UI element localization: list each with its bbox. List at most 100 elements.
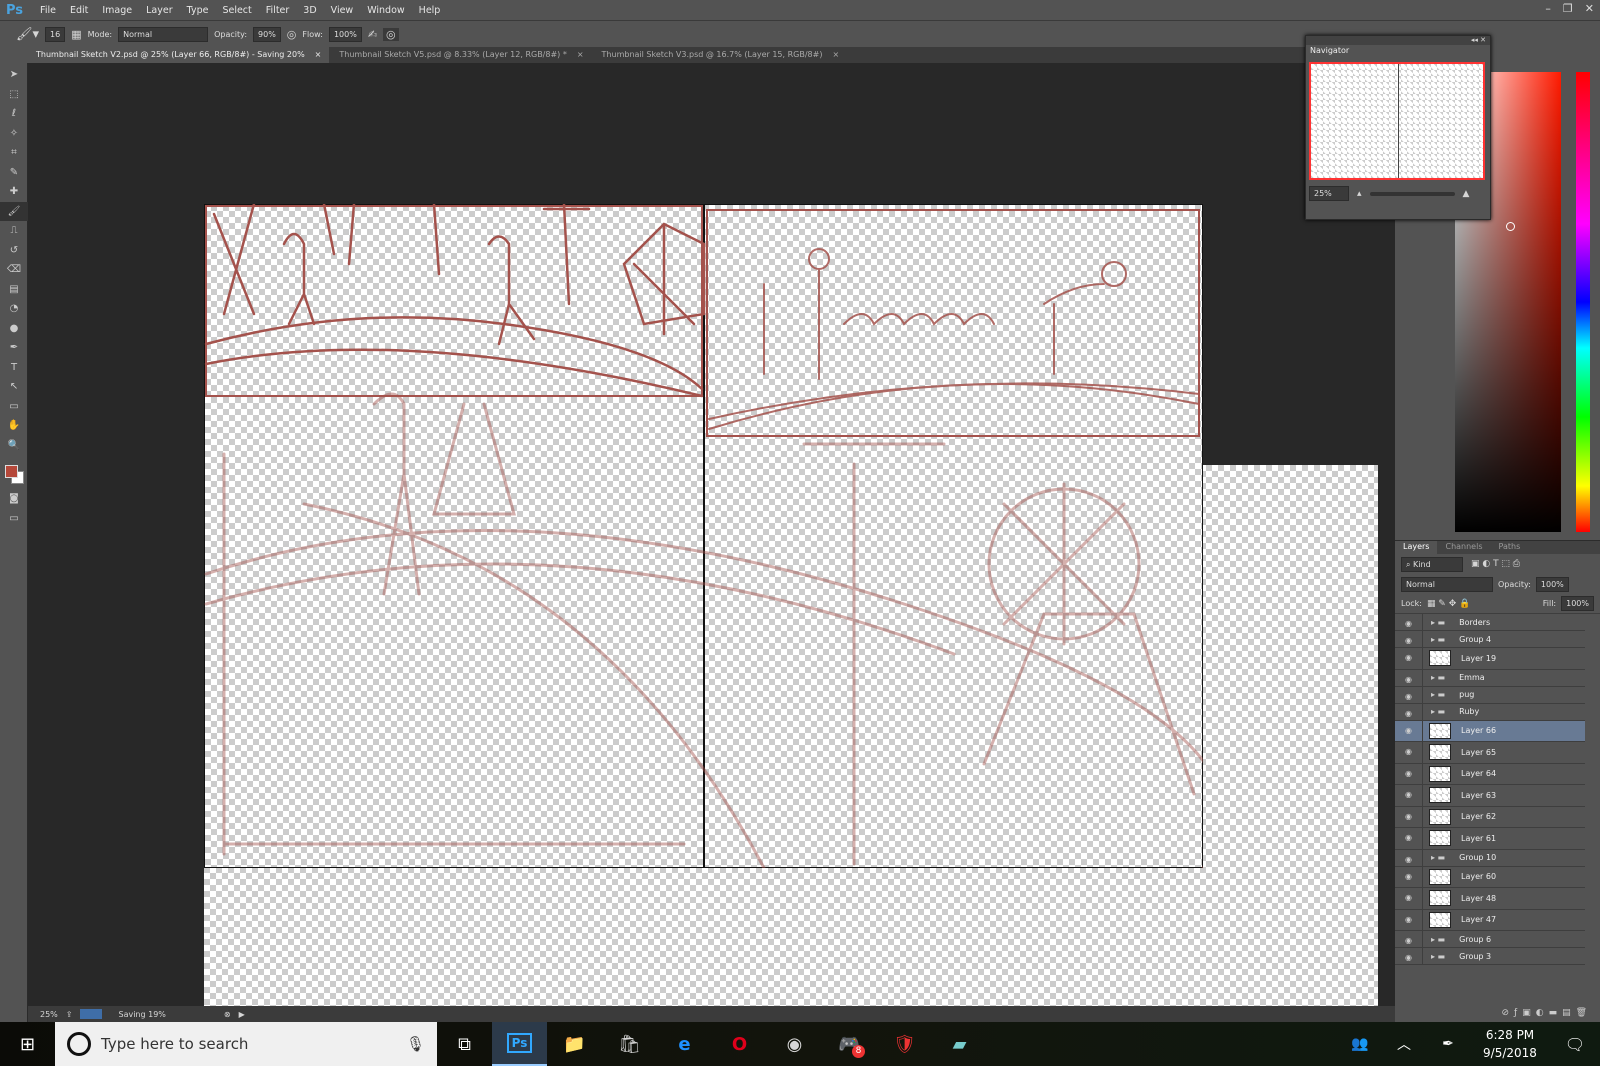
opacity-field[interactable]: 90% — [253, 26, 281, 42]
visibility-eye-icon[interactable]: ◉ — [1395, 888, 1423, 909]
windows-start-button[interactable]: ⊞ — [0, 1022, 55, 1066]
layer-filter-select[interactable]: ⌕ Kind — [1401, 556, 1463, 572]
color-picker-marker[interactable] — [1506, 222, 1515, 231]
opera-icon[interactable]: O — [712, 1022, 767, 1066]
layer-row[interactable]: ◉ Layer 47 — [1395, 909, 1585, 931]
visibility-eye-icon[interactable]: ◉ — [1395, 849, 1423, 866]
visibility-eye-icon[interactable]: ◉ — [1395, 806, 1423, 827]
visibility-eye-icon[interactable]: ◉ — [1395, 720, 1423, 741]
show-hidden-icons-chevron[interactable]: ︿ — [1382, 1022, 1426, 1066]
layer-row[interactable]: ◉ Layer 19 — [1395, 648, 1585, 670]
history-brush-tool-icon[interactable]: ↺ — [0, 241, 28, 261]
layer-row[interactable]: ◉ Layer 60 — [1395, 866, 1585, 888]
menu-type[interactable]: Type — [180, 5, 216, 16]
visibility-eye-icon[interactable]: ◉ — [1395, 703, 1423, 720]
layer-row[interactable]: ◉ ▸ ▬ Group 10 — [1395, 849, 1585, 867]
folder-icon[interactable]: ▸ ▬ — [1431, 707, 1445, 716]
tab-channels[interactable]: Channels — [1437, 541, 1490, 554]
navigator-preview[interactable] — [1309, 62, 1485, 180]
menu-file[interactable]: File — [33, 5, 63, 16]
quick-mask-icon[interactable]: ◙ — [0, 489, 28, 509]
visibility-eye-icon[interactable]: ◉ — [1395, 931, 1423, 947]
layer-row[interactable]: ◉ Layer 64 — [1395, 763, 1585, 785]
status-menu-arrow-icon[interactable]: ▶ — [239, 1010, 245, 1019]
airbrush-icon[interactable]: ✍ — [368, 28, 377, 41]
crop-tool-icon[interactable]: ⌗ — [0, 143, 28, 163]
folder-icon[interactable]: ▸ ▬ — [1431, 952, 1445, 961]
layer-opacity-field[interactable]: 100% — [1535, 576, 1569, 592]
layer-row[interactable]: ◉ ▸ ▬ pug — [1395, 686, 1585, 704]
dodge-tool-icon[interactable]: ● — [0, 319, 28, 339]
quick-select-tool-icon[interactable]: ✧ — [0, 124, 28, 144]
layer-row[interactable]: ◉ Layer 61 — [1395, 828, 1585, 850]
visibility-eye-icon[interactable]: ◉ — [1395, 828, 1423, 849]
menu-edit[interactable]: Edit — [63, 5, 95, 16]
eyedropper-tool-icon[interactable]: ✎ — [0, 163, 28, 183]
fill-field[interactable]: 100% — [1561, 596, 1594, 611]
folder-icon[interactable]: ▸ ▬ — [1431, 853, 1445, 862]
pen-tool-icon[interactable]: ✒ — [0, 338, 28, 358]
color-swatches[interactable] — [0, 459, 27, 489]
discord-icon[interactable]: 🎮 8 — [822, 1022, 877, 1066]
chrome-icon[interactable]: ◉ — [767, 1022, 822, 1066]
task-view-icon[interactable]: ⧉ — [437, 1022, 492, 1066]
tab-paths[interactable]: Paths — [1491, 541, 1529, 554]
minimize-button[interactable]: – — [1545, 2, 1551, 15]
export-icon[interactable]: ⇪ — [66, 1010, 73, 1019]
layer-row[interactable]: ◉ Layer 66 — [1395, 720, 1585, 742]
close-button[interactable]: ✕ — [1585, 2, 1594, 15]
visibility-eye-icon[interactable]: ◉ — [1395, 948, 1423, 964]
layer-row[interactable]: ◉ Layer 65 — [1395, 742, 1585, 764]
zoom-tool-icon[interactable]: 🔍 — [0, 436, 28, 456]
layer-row[interactable]: ◉ ▸ ▬ Group 4 — [1395, 631, 1585, 648]
document-tab[interactable]: Thumbnail Sketch V2.psd @ 25% (Layer 66,… — [0, 47, 330, 63]
layer-row[interactable]: ◉ Layer 62 — [1395, 806, 1585, 828]
notepad-icon[interactable]: ▰ — [932, 1022, 987, 1066]
document-tab[interactable]: Thumbnail Sketch V3.psd @ 16.7% (Layer 1… — [592, 47, 848, 63]
blend-mode-select[interactable]: Normal — [1401, 576, 1493, 592]
tab-close-icon[interactable]: × — [832, 47, 839, 63]
pressure-size-icon[interactable]: ◎ — [383, 27, 399, 41]
screen-mode-icon[interactable]: ▭ — [0, 509, 28, 529]
action-center-icon[interactable]: 🗨 — [1550, 1022, 1600, 1066]
antivirus-icon[interactable]: 🛡 — [877, 1022, 932, 1066]
restore-button[interactable]: ❐ — [1563, 2, 1573, 15]
hue-slider[interactable] — [1576, 72, 1590, 532]
mode-select[interactable]: Normal — [118, 26, 209, 42]
layer-row[interactable]: ◉ ▸ ▬ Borders — [1395, 614, 1585, 631]
eraser-tool-icon[interactable]: ⌫ — [0, 260, 28, 280]
hand-tool-icon[interactable]: ✋ — [0, 416, 28, 436]
menu-layer[interactable]: Layer — [139, 5, 180, 16]
microphone-icon[interactable]: 🎙 — [406, 1035, 437, 1053]
type-tool-icon[interactable]: T — [0, 358, 28, 378]
navigator-zoom-slider[interactable] — [1369, 191, 1455, 196]
edge-icon[interactable]: e — [657, 1022, 712, 1066]
gradient-tool-icon[interactable]: ▤ — [0, 280, 28, 300]
visibility-eye-icon[interactable]: ◉ — [1395, 866, 1423, 887]
stamp-tool-icon[interactable]: ⎍ — [0, 221, 28, 241]
people-icon[interactable]: 👥 — [1338, 1022, 1382, 1066]
document-tab[interactable]: Thumbnail Sketch V5.psd @ 8.33% (Layer 1… — [329, 47, 591, 63]
layer-row[interactable]: ◉ ▸ ▬ Ruby — [1395, 703, 1585, 721]
visibility-eye-icon[interactable]: ◉ — [1395, 614, 1423, 630]
brush-size-picker[interactable]: 16 — [45, 26, 66, 42]
pressure-opacity-icon[interactable]: ◎ — [287, 28, 297, 41]
menu-select[interactable]: Select — [215, 5, 258, 16]
navigator-zoom-field[interactable]: 25% — [1309, 186, 1349, 201]
visibility-eye-icon[interactable]: ◉ — [1395, 648, 1423, 669]
menu-window[interactable]: Window — [360, 5, 411, 16]
layer-row[interactable]: ◉ Layer 63 — [1395, 785, 1585, 807]
file-explorer-icon[interactable]: 📁 — [547, 1022, 602, 1066]
clock[interactable]: 6:28 PM 9/5/2018 — [1470, 1026, 1550, 1062]
zoom-out-icon[interactable]: ▴ — [1357, 189, 1362, 199]
healing-tool-icon[interactable]: ✚ — [0, 182, 28, 202]
menu-image[interactable]: Image — [95, 5, 139, 16]
photoshop-taskbar-icon[interactable]: Ps — [492, 1022, 547, 1066]
brush-tool-icon[interactable]: 🖌 — [0, 201, 28, 221]
folder-icon[interactable]: ▸ ▬ — [1431, 618, 1445, 627]
layer-row[interactable]: ◉ ▸ ▬ Group 6 — [1395, 931, 1585, 948]
lasso-tool-icon[interactable]: ℓ — [0, 104, 28, 124]
visibility-eye-icon[interactable]: ◉ — [1395, 909, 1423, 930]
filter-icons[interactable]: ▣ ◐ T ⬚ ⎙ — [1471, 559, 1520, 569]
search-box[interactable]: Type here to search 🎙 — [55, 1022, 437, 1066]
